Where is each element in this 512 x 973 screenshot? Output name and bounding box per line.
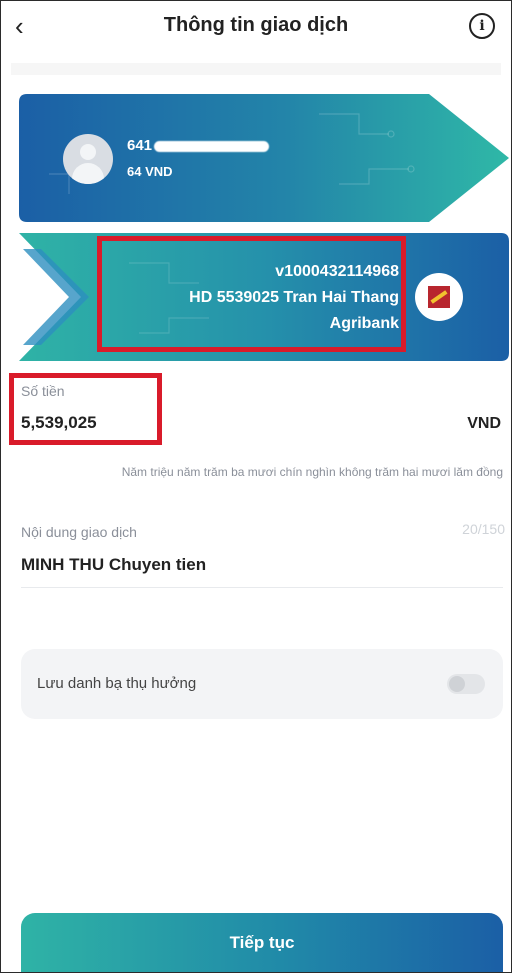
screen: ‹ Thông tin giao dịch i 641 64 VND v1000… — [0, 0, 512, 973]
continue-button[interactable]: Tiếp tục — [21, 913, 503, 972]
page-title: Thông tin giao dịch — [163, 14, 349, 36]
description-input[interactable]: MINH THU Chuyen tien — [21, 555, 206, 575]
toggle-knob — [449, 676, 465, 692]
currency-label: VND — [467, 415, 501, 432]
masked-digits — [154, 140, 270, 152]
continue-button-label: Tiếp tục — [229, 933, 295, 952]
description-counter: 20/150 — [462, 521, 505, 537]
highlight-box-amount — [9, 373, 162, 445]
avatar — [63, 134, 113, 184]
description-underline — [21, 587, 503, 588]
description-label: Nội dung giao dịch — [21, 524, 137, 540]
highlight-box-destination — [97, 236, 406, 352]
info-icon[interactable]: i — [469, 13, 495, 39]
header: ‹ Thông tin giao dịch i — [1, 1, 511, 53]
source-account-number: 641 — [127, 137, 270, 154]
source-account-card[interactable]: 641 64 VND — [19, 94, 509, 222]
save-contact-label: Lưu danh bạ thụ hưởng — [37, 675, 197, 692]
divider — [11, 63, 501, 75]
agribank-logo-icon — [415, 273, 463, 321]
save-contact-toggle[interactable] — [447, 674, 485, 694]
source-balance: 64 VND — [127, 164, 173, 179]
save-contact-row: Lưu danh bạ thụ hưởng — [21, 649, 503, 719]
amount-in-words: Năm triệu năm trăm ba mươi chín nghìn kh… — [121, 465, 503, 479]
